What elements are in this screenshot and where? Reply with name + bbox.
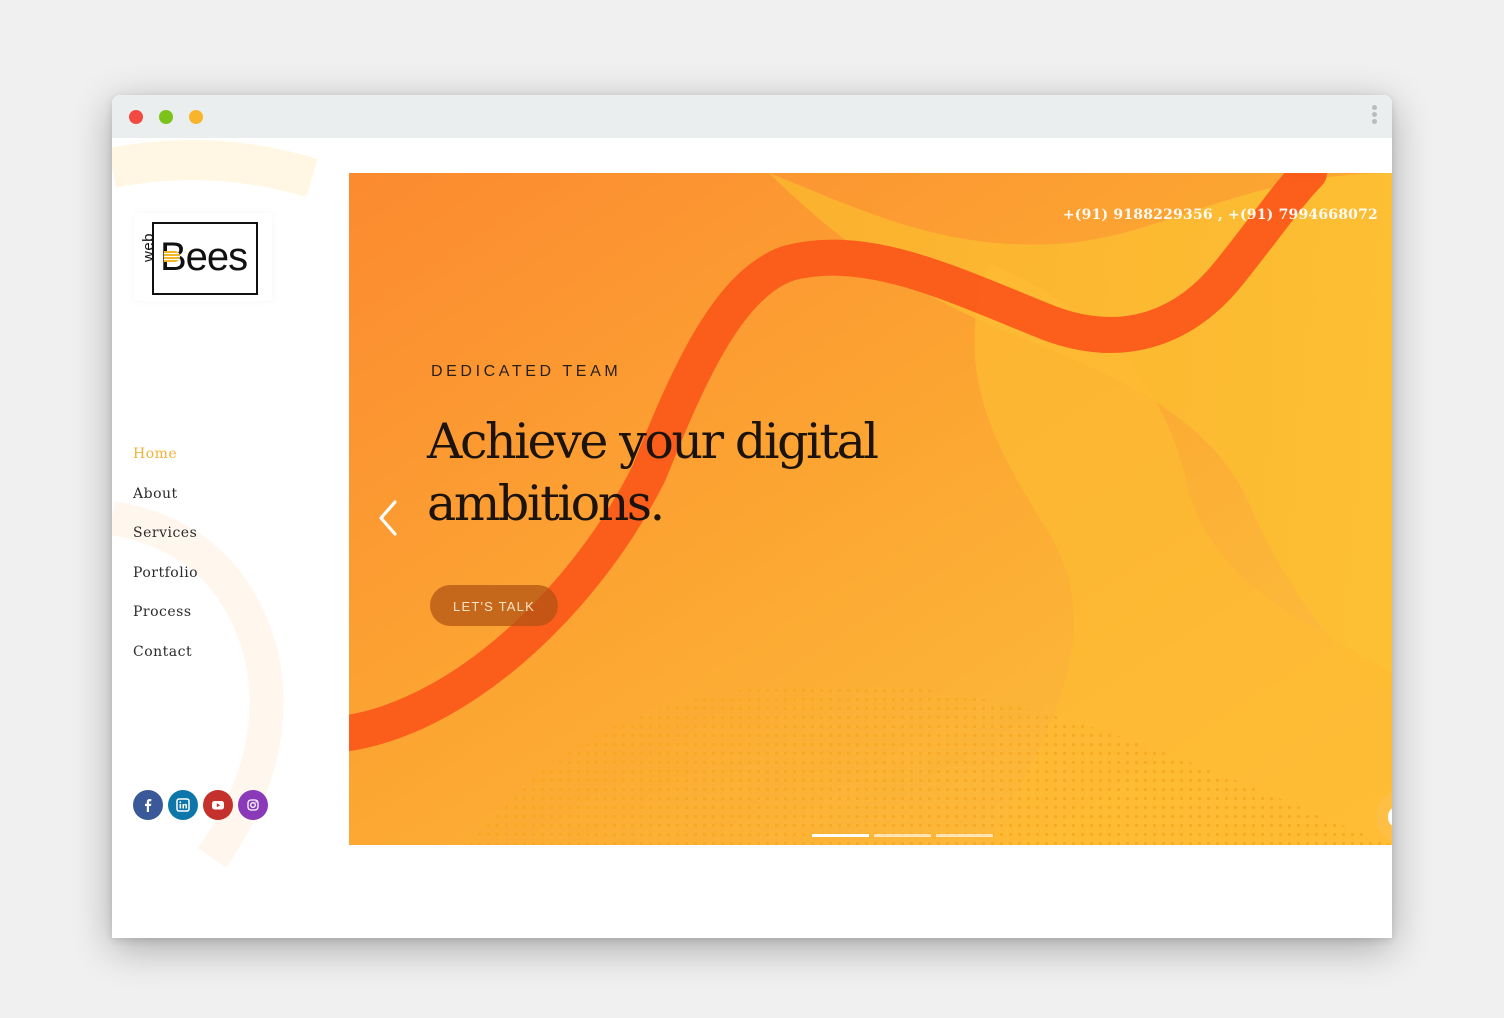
youtube-icon[interactable] [203,790,233,820]
nav-item-services[interactable]: Services [133,517,198,557]
kebab-menu-icon[interactable] [1370,105,1378,129]
minimize-window-button[interactable] [159,110,173,124]
instagram-icon[interactable] [238,790,268,820]
facebook-icon[interactable] [133,790,163,820]
hero-phone-numbers[interactable]: +(91) 9188229356 , +(91) 7994668072 [1063,207,1378,223]
nav-item-process[interactable]: Process [133,596,198,636]
nav-item-home[interactable]: Home [133,438,198,478]
hero-eyebrow: DEDICATED TEAM [431,363,622,380]
maximize-window-button[interactable] [189,110,203,124]
logo-bee-stripe [164,251,180,262]
nav-item-portfolio[interactable]: Portfolio [133,557,198,597]
main-nav: Home About Services Portfolio Process Co… [133,438,198,675]
nav-item-about[interactable]: About [133,478,198,518]
close-window-button[interactable] [129,110,143,124]
lets-talk-button[interactable]: LET'S TALK [430,585,558,626]
linkedin-icon[interactable] [168,790,198,820]
slide-indicator-2[interactable] [874,834,931,837]
nav-item-contact[interactable]: Contact [133,636,198,676]
slide-indicator-1[interactable] [812,834,869,837]
logo-web-text: web [140,232,157,262]
hero-slider: +(91) 9188229356 , +(91) 7994668072 DEDI… [349,173,1392,845]
slide-indicator-3[interactable] [936,834,993,837]
browser-window: web Bees Home About Services Portfolio P… [112,95,1392,938]
window-titlebar [112,95,1392,138]
previous-slide-arrow-icon[interactable] [373,498,403,538]
hero-title: Achieve your digital ambitions. [427,413,879,532]
sidebar: web Bees Home About Services Portfolio P… [112,138,349,938]
webbees-logo[interactable]: web Bees [134,213,272,301]
